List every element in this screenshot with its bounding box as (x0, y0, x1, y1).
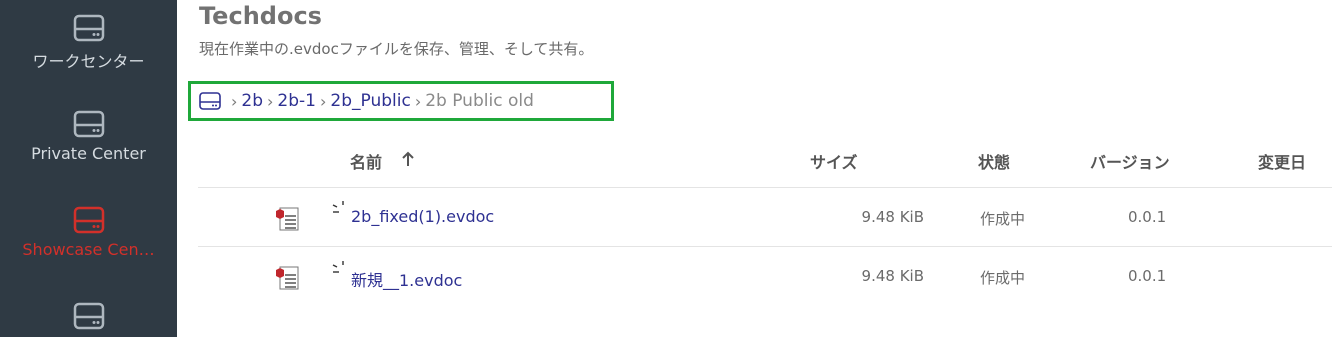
sidebar-item-workcenter[interactable]: ワークセンター (0, 14, 177, 72)
column-header-name[interactable]: 名前 (350, 149, 382, 173)
file-size: 9.48 KiB (861, 267, 924, 285)
breadcrumb: › 2b › 2b-1 › 2b_Public › 2b Public old (188, 81, 614, 121)
sort-ascending-icon[interactable] (401, 150, 415, 168)
file-name-link[interactable]: 新規__1.evdoc (351, 267, 462, 291)
loading-icon (332, 261, 344, 273)
column-header-status[interactable]: 状態 (978, 149, 1010, 173)
page-subtitle: 現在作業中の.evdocファイルを保存、管理、そして共有。 (199, 40, 594, 58)
drive-icon (73, 110, 104, 138)
file-version: 0.0.1 (1128, 208, 1167, 226)
sidebar-item-label: ワークセンター (32, 52, 145, 71)
column-header-modified[interactable]: 変更日 (1258, 149, 1306, 173)
file-status: 作成中 (980, 269, 1026, 287)
divider (198, 187, 1332, 188)
sidebar-item-more[interactable] (0, 302, 177, 330)
drive-icon (73, 14, 104, 42)
evdoc-file-icon (276, 207, 299, 231)
chevron-right-icon: › (267, 91, 274, 111)
chevron-right-icon: › (319, 91, 327, 111)
breadcrumb-item[interactable]: 2b (241, 91, 263, 111)
loading-icon (332, 201, 344, 213)
drive-icon[interactable] (199, 92, 221, 110)
file-name-link[interactable]: 2b_fixed(1).evdoc (351, 207, 494, 226)
drive-icon (73, 302, 104, 330)
breadcrumb-current: 2b Public old (425, 91, 534, 111)
sidebar-item-label: Showcase Cen… (22, 240, 155, 259)
chevron-right-icon: › (414, 91, 422, 111)
sidebar-item-showcase-center[interactable]: Showcase Cen… (0, 206, 177, 259)
column-header-size[interactable]: サイズ (810, 149, 858, 173)
chevron-right-icon: › (231, 91, 238, 111)
file-size: 9.48 KiB (861, 208, 924, 226)
divider (198, 246, 1332, 247)
breadcrumb-item[interactable]: 2b-1 (277, 91, 316, 111)
sidebar: ワークセンター Private Center Showcase Cen… (0, 0, 177, 337)
page-title: Techdocs (199, 2, 322, 30)
evdoc-file-icon (276, 266, 299, 290)
breadcrumb-item[interactable]: 2b_Public (330, 91, 410, 111)
file-version: 0.0.1 (1128, 267, 1167, 285)
file-status: 作成中 (980, 210, 1026, 228)
sidebar-item-label: Private Center (31, 144, 146, 163)
column-header-version[interactable]: バージョン (1090, 149, 1170, 173)
sidebar-item-private-center[interactable]: Private Center (0, 110, 177, 163)
drive-icon (73, 206, 104, 234)
